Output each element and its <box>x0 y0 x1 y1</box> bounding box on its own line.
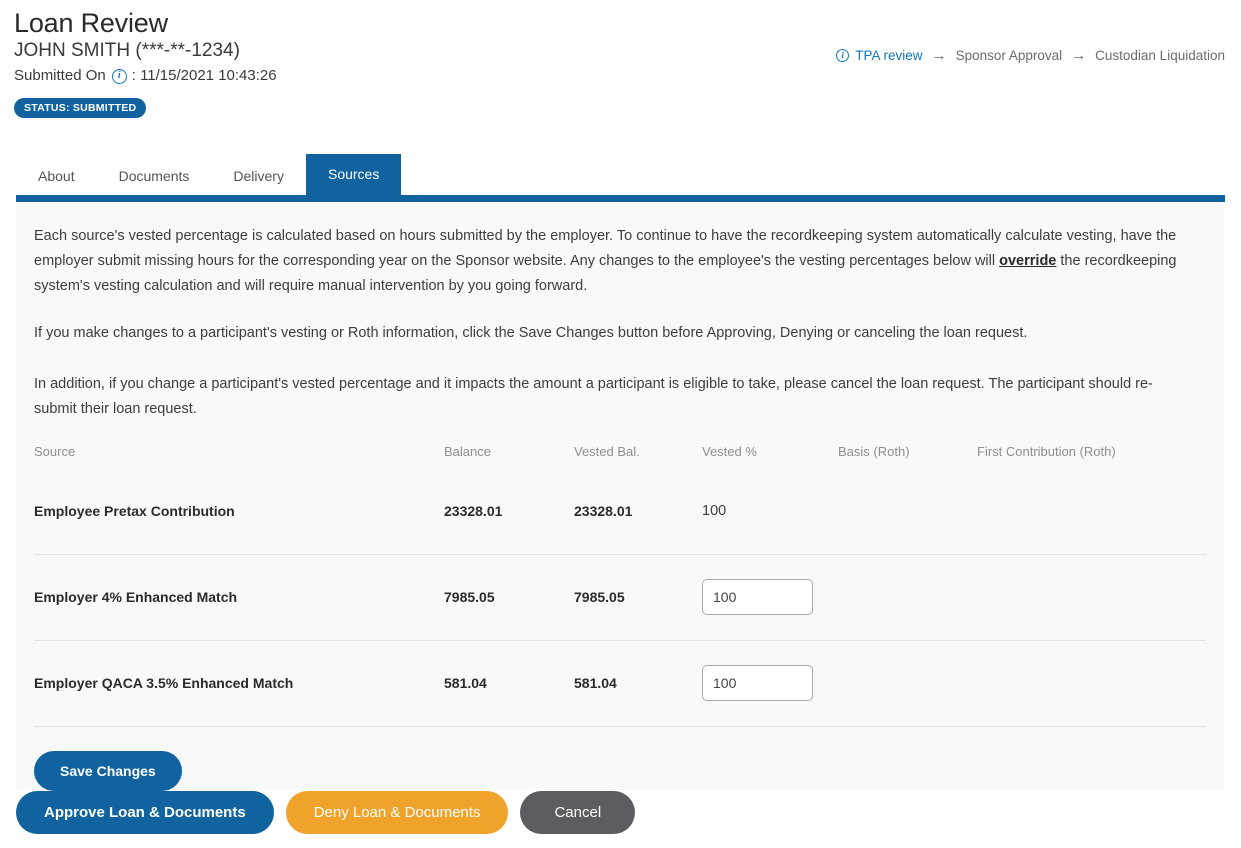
cell-source: Employer 4% Enhanced Match <box>34 589 238 606</box>
tab-documents[interactable]: Documents <box>97 157 212 195</box>
breadcrumb-step-sponsor-approval: Sponsor Approval <box>955 48 1063 63</box>
status-badge: STATUS: SUBMITTED <box>14 98 147 119</box>
submitted-on-value: : 11/15/2021 10:43:26 <box>131 66 277 84</box>
cell-vested-balance: 23328.01 <box>574 503 633 520</box>
table-header-row: Source Balance Vested Bal. Vested % Basi… <box>34 444 1206 469</box>
table-row: Employer QACA 3.5% Enhanced Match 581.04… <box>34 641 1206 727</box>
info-icon[interactable]: i <box>111 68 127 84</box>
tab-about[interactable]: About <box>16 157 97 195</box>
cell-vested-pct <box>702 665 838 702</box>
sources-table: Source Balance Vested Bal. Vested % Basi… <box>34 444 1206 727</box>
breadcrumb: i TPA review → Sponsor Approval → Custod… <box>836 48 1225 63</box>
cell-vested-balance: 7985.05 <box>574 589 625 606</box>
breadcrumb-arrow-icon: → <box>1071 47 1087 64</box>
cell-vested-pct: 100 <box>702 502 838 520</box>
column-header-first-contribution-roth: First Contribution (Roth) <box>977 443 1116 459</box>
submitted-on-label: Submitted On <box>14 66 106 84</box>
breadcrumb-step-tpa-review[interactable]: TPA review <box>855 48 922 63</box>
vested-pct-input[interactable] <box>702 665 813 702</box>
table-row: Employer 4% Enhanced Match 7985.05 7985.… <box>34 555 1206 641</box>
column-header-balance: Balance <box>444 443 491 459</box>
cell-vested-pct <box>702 579 838 616</box>
loan-review-page: Loan Review JOHN SMITH (***-**-1234) Sub… <box>0 0 1241 848</box>
cell-balance: 7985.05 <box>444 589 495 606</box>
vested-pct-input[interactable] <box>702 579 813 616</box>
instructions-paragraph-1: Each source's vested percentage is calcu… <box>34 224 1194 299</box>
cell-balance: 581.04 <box>444 675 487 692</box>
approve-loan-button[interactable]: Approve Loan & Documents <box>16 791 274 834</box>
cell-source: Employer QACA 3.5% Enhanced Match <box>34 675 294 692</box>
deny-loan-button[interactable]: Deny Loan & Documents <box>285 791 509 834</box>
cancel-button[interactable]: Cancel <box>520 791 636 834</box>
instructions-paragraph-3: In addition, if you change a participant… <box>34 375 1153 417</box>
save-changes-button[interactable]: Save Changes <box>34 750 182 791</box>
cell-balance: 23328.01 <box>444 503 503 520</box>
footer-actions: Approve Loan & Documents Deny Loan & Doc… <box>16 791 636 834</box>
override-emphasis: override <box>999 253 1057 270</box>
instructions-paragraph-2: If you make changes to a participant's v… <box>34 325 1028 342</box>
vested-pct-readonly-value: 100 <box>702 503 727 520</box>
submitted-on-row: Submitted On i : 11/15/2021 10:43:26 <box>14 66 1241 86</box>
tab-sources[interactable]: Sources <box>305 154 402 196</box>
page-title: Loan Review <box>14 8 168 38</box>
breadcrumb-step-custodian-liquidation: Custodian Liquidation <box>1095 48 1225 63</box>
tab-underline <box>16 195 1225 203</box>
tab-delivery[interactable]: Delivery <box>211 157 306 195</box>
table-row: Employee Pretax Contribution 23328.01 23… <box>34 469 1206 555</box>
tab-bar: About Documents Delivery Sources <box>16 153 1241 196</box>
breadcrumb-info-icon[interactable]: i <box>836 49 850 62</box>
column-header-vested-pct: Vested % <box>702 443 757 459</box>
column-header-source: Source <box>34 443 76 459</box>
column-header-vested-balance: Vested Bal. <box>574 443 640 459</box>
breadcrumb-arrow-icon: → <box>931 47 947 64</box>
column-header-basis-roth: Basis (Roth) <box>838 443 910 459</box>
cell-vested-balance: 581.04 <box>574 675 617 692</box>
sources-panel: Each source's vested percentage is calcu… <box>16 202 1224 791</box>
cell-source: Employee Pretax Contribution <box>34 503 235 520</box>
